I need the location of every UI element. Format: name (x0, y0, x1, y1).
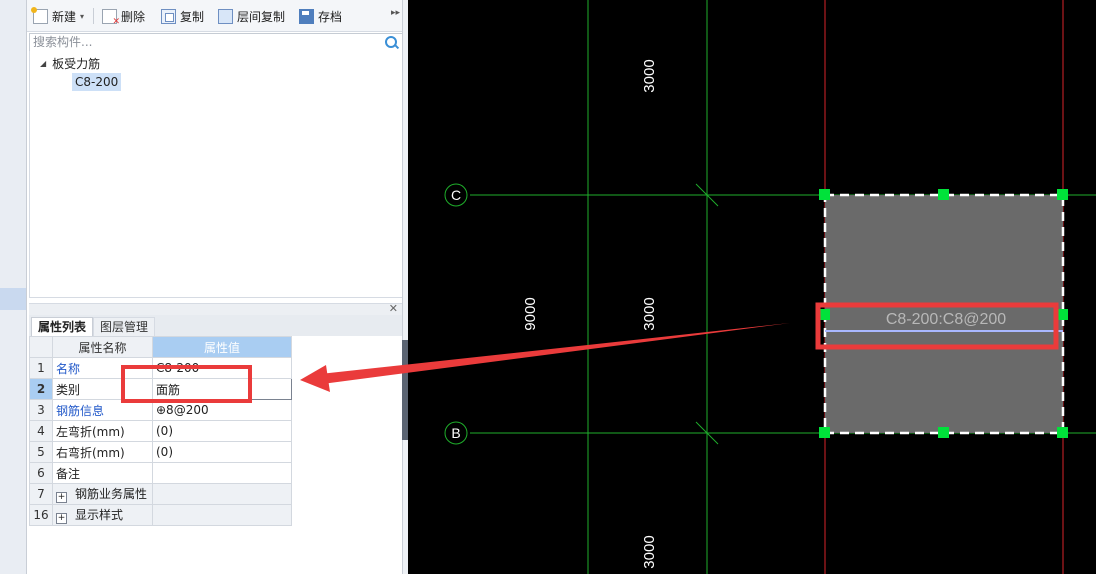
annotation-arrow-head (300, 365, 330, 392)
annotation-arrow-shaft (320, 323, 790, 384)
annotation-arrow-layer (300, 323, 790, 392)
